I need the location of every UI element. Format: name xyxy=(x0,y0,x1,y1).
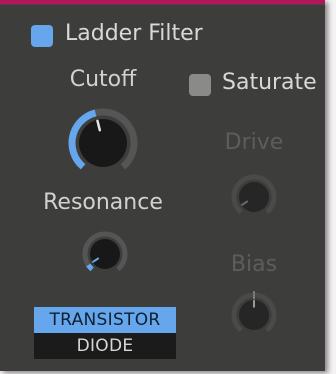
saturate-toggle[interactable] xyxy=(189,74,211,96)
cutoff-label: Cutoff xyxy=(69,67,137,92)
cutoff-knob-body xyxy=(79,119,127,167)
bias-label: Bias xyxy=(230,252,278,277)
drive-knob[interactable] xyxy=(231,174,277,220)
drive-knob-body xyxy=(239,182,269,212)
ladder-filter-panel: Ladder Filter Cutoff Resonance Saturate … xyxy=(0,0,325,371)
mode-option-transistor[interactable]: TRANSISTOR xyxy=(34,307,176,333)
resonance-knob[interactable] xyxy=(82,231,128,277)
resonance-knob-value-arc xyxy=(86,263,94,272)
cutoff-knob[interactable] xyxy=(67,107,139,179)
resonance-knob-body xyxy=(90,239,120,269)
resonance-label: Resonance xyxy=(43,190,163,215)
filter-enable-toggle[interactable] xyxy=(31,25,53,47)
saturate-label: Saturate xyxy=(222,70,317,95)
drive-label: Drive xyxy=(224,130,284,155)
bias-knob[interactable] xyxy=(231,291,277,338)
mode-option-diode[interactable]: DIODE xyxy=(34,333,176,359)
filter-title: Ladder Filter xyxy=(65,21,203,46)
